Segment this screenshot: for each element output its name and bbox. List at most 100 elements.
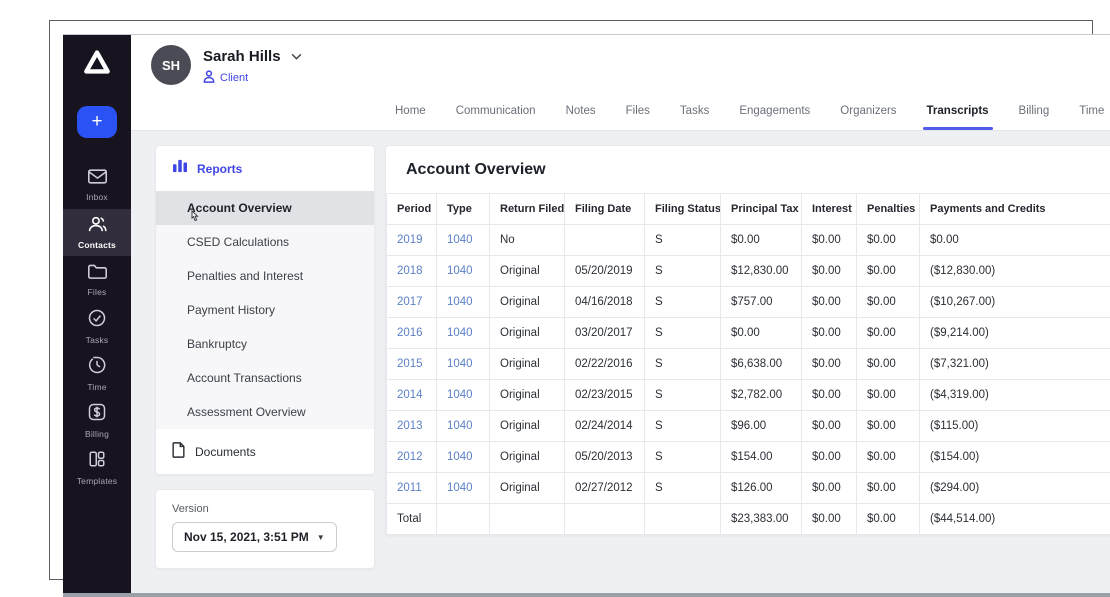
client-type-badge[interactable]: Client (203, 70, 302, 86)
filing-date-cell: 05/20/2019 (564, 255, 645, 287)
sidebar-item-contacts[interactable]: Contacts (63, 209, 131, 256)
filing-status-cell: S (644, 224, 721, 256)
tab-transcripts[interactable]: Transcripts (922, 105, 993, 130)
table-title: Account Overview (406, 161, 546, 178)
period-link[interactable]: 2017 (386, 286, 437, 318)
type-link[interactable]: 1040 (436, 286, 490, 318)
principal-tax-cell: $12,830.00 (720, 255, 802, 287)
col-filing-status: Filing Status (644, 193, 721, 225)
period-link[interactable]: 2016 (386, 317, 437, 349)
report-item-payment-history[interactable]: Payment History (156, 293, 374, 327)
sidebar-item-tasks[interactable]: Tasks (63, 303, 131, 350)
payments-credits-cell: ($10,267.00) (919, 286, 1110, 318)
col-type: Type (436, 193, 490, 225)
principal-tax-cell: $126.00 (720, 472, 802, 504)
report-item-assessment-overview[interactable]: Assessment Overview (156, 395, 374, 429)
sidebar-item-templates[interactable]: Templates (63, 444, 131, 491)
type-link[interactable]: 1040 (436, 255, 490, 287)
tab-communication[interactable]: Communication (454, 105, 538, 130)
total-penalties: $0.00 (856, 503, 920, 535)
payments-credits-cell: ($154.00) (919, 441, 1110, 473)
tab-billing[interactable]: Billing (1017, 105, 1052, 130)
period-link[interactable]: 2019 (386, 224, 437, 256)
sidebar-item-label: Billing (84, 428, 110, 439)
filing-date-cell (564, 224, 645, 256)
report-item-account-transactions[interactable]: Account Transactions (156, 361, 374, 395)
return-filed-cell: Original (489, 286, 565, 318)
penalties-cell: $0.00 (856, 441, 920, 473)
filing-status-cell: S (644, 286, 721, 318)
documents-row[interactable]: Documents (156, 429, 374, 474)
tab-time[interactable]: Time (1077, 105, 1106, 130)
filing-status-cell: S (644, 441, 721, 473)
type-link[interactable]: 1040 (436, 441, 490, 473)
col-filing-date: Filing Date (564, 193, 645, 225)
filing-status-cell: S (644, 255, 721, 287)
type-link[interactable]: 1040 (436, 348, 490, 380)
penalties-cell: $0.00 (856, 472, 920, 504)
version-dropdown[interactable]: Nov 15, 2021, 3:51 PM ▼ (172, 522, 337, 552)
sidebar-item-label: Tasks (85, 334, 109, 345)
interest-cell: $0.00 (801, 379, 857, 411)
reports-title: Reports (197, 161, 243, 176)
client-avatar: SH (151, 45, 191, 85)
global-add-button[interactable]: + (77, 106, 117, 138)
filing-status-cell: S (644, 348, 721, 380)
principal-tax-cell: $0.00 (720, 224, 802, 256)
penalties-cell: $0.00 (856, 286, 920, 318)
principal-tax-cell: $0.00 (720, 317, 802, 349)
period-link[interactable]: 2015 (386, 348, 437, 380)
version-value: Nov 15, 2021, 3:51 PM (184, 530, 309, 544)
report-item-penalties-and-interest[interactable]: Penalties and Interest (156, 259, 374, 293)
tab-tasks[interactable]: Tasks (678, 105, 711, 130)
tab-notes[interactable]: Notes (564, 105, 598, 130)
app-window: + Inbox Contacts Files Tasks Time Billin… (63, 34, 1110, 597)
timer-clock-icon (88, 356, 106, 379)
filing-status-cell: S (644, 379, 721, 411)
period-link[interactable]: 2011 (386, 472, 437, 504)
period-link[interactable]: 2012 (386, 441, 437, 473)
sidebar-item-files[interactable]: Files (63, 256, 131, 303)
documents-label: Documents (195, 444, 256, 459)
report-item-csed-calculations[interactable]: CSED Calculations (156, 225, 374, 259)
interest-cell: $0.00 (801, 317, 857, 349)
sidebar-item-billing[interactable]: Billing (63, 397, 131, 444)
contacts-people-icon (88, 216, 107, 237)
tab-organizers[interactable]: Organizers (838, 105, 898, 130)
chevron-down-icon[interactable] (291, 47, 302, 65)
table-row: 2019 1040 No S $0.00 $0.00 $0.00 $0.00 (386, 224, 1110, 256)
tab-home[interactable]: Home (393, 105, 428, 130)
table-row: 2016 1040 Original 03/20/2017 S $0.00 $0… (386, 317, 1110, 349)
period-link[interactable]: 2013 (386, 410, 437, 442)
period-link[interactable]: 2018 (386, 255, 437, 287)
penalties-cell: $0.00 (856, 317, 920, 349)
table-row: 2017 1040 Original 04/16/2018 S $757.00 … (386, 286, 1110, 318)
sidebar-item-time[interactable]: Time (63, 350, 131, 397)
sidebar-item-label: Files (87, 286, 107, 297)
type-link[interactable]: 1040 (436, 224, 490, 256)
table-row: 2011 1040 Original 02/27/2012 S $126.00 … (386, 472, 1110, 504)
sidebar-item-inbox[interactable]: Inbox (63, 162, 131, 209)
app-sidebar: + Inbox Contacts Files Tasks Time Billin… (63, 35, 131, 593)
total-label: Total (386, 503, 437, 535)
interest-cell: $0.00 (801, 410, 857, 442)
table-row: 2013 1040 Original 02/24/2014 S $96.00 $… (386, 410, 1110, 442)
reports-header[interactable]: Reports (156, 146, 374, 191)
templates-layout-icon (88, 450, 106, 473)
col-interest: Interest (801, 193, 857, 225)
type-link[interactable]: 1040 (436, 379, 490, 411)
type-link[interactable]: 1040 (436, 472, 490, 504)
payments-credits-cell: ($12,830.00) (919, 255, 1110, 287)
tab-files[interactable]: Files (624, 105, 652, 130)
type-link[interactable]: 1040 (436, 317, 490, 349)
report-item-bankruptcy[interactable]: Bankruptcy (156, 327, 374, 361)
table-row: 2015 1040 Original 02/22/2016 S $6,638.0… (386, 348, 1110, 380)
dollar-square-icon (88, 403, 106, 426)
return-filed-cell: Original (489, 317, 565, 349)
client-type-label: Client (220, 72, 249, 84)
period-link[interactable]: 2014 (386, 379, 437, 411)
payments-credits-cell: $0.00 (919, 224, 1110, 256)
filing-status-cell: S (644, 410, 721, 442)
type-link[interactable]: 1040 (436, 410, 490, 442)
tab-engagements[interactable]: Engagements (737, 105, 812, 130)
